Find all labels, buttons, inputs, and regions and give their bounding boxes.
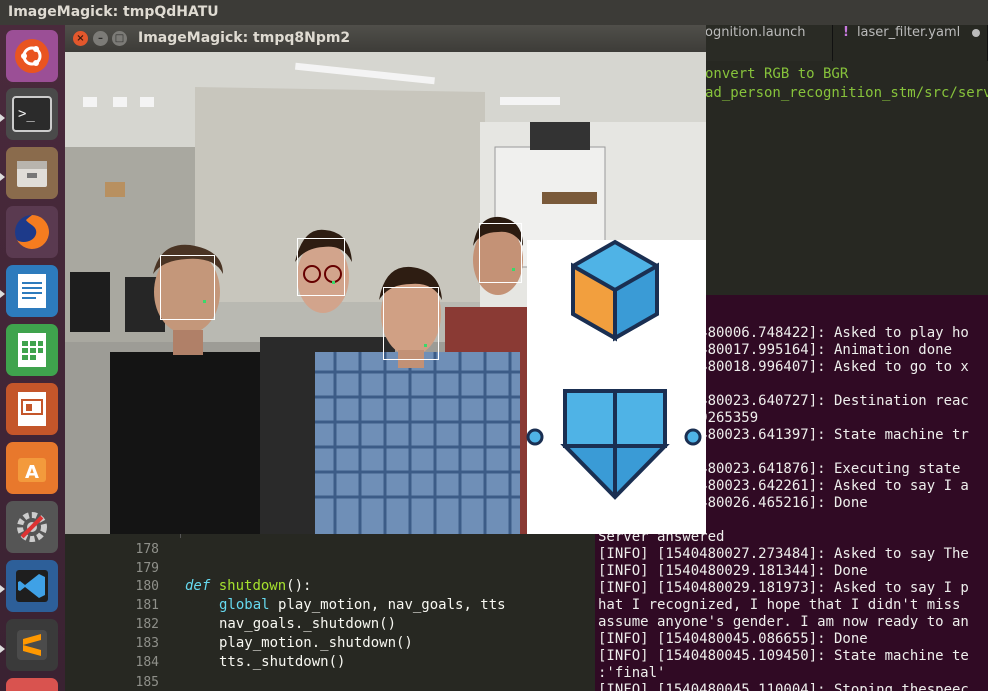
line-number: 181: [135, 598, 159, 613]
running-indicator: [0, 114, 5, 122]
terminal-line: [INFO] [1540480027.273484]: Asked to say…: [598, 546, 969, 562]
tab-laser-filter[interactable]: ! laser_filter.yaml: [833, 25, 988, 61]
warning-icon: !: [843, 25, 849, 40]
terminal-line: [INFO] [1540480029.181973]: Asked to say…: [598, 580, 969, 596]
keyword: def: [185, 578, 211, 594]
code-text: ():: [286, 578, 312, 594]
close-button[interactable]: ×: [73, 31, 88, 46]
landmark-dot: [332, 281, 335, 284]
line-number: 183: [135, 636, 159, 651]
code-line[interactable]: def shutdown():: [185, 577, 311, 596]
minimize-button[interactable]: –: [93, 31, 108, 46]
software-center-icon[interactable]: A: [6, 442, 58, 494]
writer-icon[interactable]: [6, 265, 58, 317]
code-string: ad_person_recognition_stm/src/serve: [705, 85, 988, 101]
system-settings-icon[interactable]: [6, 501, 58, 553]
line-number: 184: [135, 655, 159, 670]
tab-label: ognition.launch: [705, 25, 806, 40]
tab-recognition-launch[interactable]: ognition.launch: [695, 25, 833, 61]
code-text: play_motion, nav_goals, tts: [278, 597, 506, 613]
terminal-line: [INFO] [1540480045.109450]: State machin…: [598, 648, 969, 664]
running-indicator: [0, 290, 5, 298]
window-title: ImageMagick: tmpq8Npm2: [138, 30, 351, 46]
line-number: 182: [135, 617, 159, 632]
code-comment: onvert RGB to BGR: [705, 66, 849, 82]
landmark-dot: [424, 344, 427, 347]
vscode-icon[interactable]: [6, 560, 58, 612]
terminal-line: [INFO] [1540480029.181344]: Done: [598, 563, 868, 579]
line-number: 185: [135, 675, 159, 690]
imagemagick-titlebar[interactable]: × – □ ImageMagick: tmpq8Npm2: [65, 25, 706, 52]
calc-icon[interactable]: [6, 324, 58, 376]
ubuntu-dash-icon[interactable]: [6, 30, 58, 82]
running-indicator: [0, 173, 5, 181]
firefox-icon[interactable]: [6, 206, 58, 258]
terminal-icon[interactable]: >_: [6, 88, 58, 140]
app-icon[interactable]: [6, 678, 58, 691]
imagemagick-window[interactable]: × – □ ImageMagick: tmpq8Npm2: [65, 25, 706, 534]
code-line[interactable]: tts._shutdown(): [219, 653, 345, 672]
code-line[interactable]: play_motion._shutdown(): [219, 634, 413, 653]
landmark-dot: [512, 268, 515, 271]
line-number: 178: [135, 542, 159, 557]
impress-icon[interactable]: [6, 383, 58, 435]
face-detection-box: [383, 287, 439, 360]
terminal-line: :'final': [598, 665, 666, 681]
terminal-line: [INFO] [1540480045.086655]: Done: [598, 631, 868, 647]
unsaved-dot-icon: [972, 28, 981, 37]
running-indicator: [0, 585, 5, 593]
sublime-icon[interactable]: [6, 619, 58, 671]
svg-text:>_: >_: [18, 106, 35, 122]
terminal-line: hat I recognized, I hope that I didn't m…: [598, 597, 961, 613]
function-name: shutdown: [218, 578, 287, 594]
tab-label: laser_filter.yaml: [856, 25, 961, 40]
line-number: 179: [135, 561, 159, 576]
face-detection-box: [479, 223, 522, 283]
face-recognition-image: [65, 52, 706, 534]
top-panel: ImageMagick: tmpQdHATU: [0, 0, 988, 25]
face-detection-box: [297, 238, 345, 296]
svg-text:A: A: [25, 462, 39, 483]
code-line[interactable]: global play_motion, nav_goals, tts: [219, 596, 506, 615]
landmark-dot: [203, 300, 206, 303]
launcher: >_ A: [0, 25, 65, 691]
keyword: global: [219, 597, 270, 613]
line-number: 180: [135, 579, 159, 594]
code-line[interactable]: nav_goals._shutdown(): [219, 615, 396, 634]
terminal-line: assume anyone's gender. I am now ready t…: [598, 614, 969, 630]
terminal-line: [INFO] [1540480045.110004]: Stoping thes…: [598, 682, 969, 691]
active-window-title: ImageMagick: tmpQdHATU: [8, 4, 219, 20]
running-indicator: [0, 645, 5, 653]
maximize-button[interactable]: □: [112, 31, 127, 46]
face-detection-box: [160, 255, 215, 320]
files-icon[interactable]: [6, 147, 58, 199]
